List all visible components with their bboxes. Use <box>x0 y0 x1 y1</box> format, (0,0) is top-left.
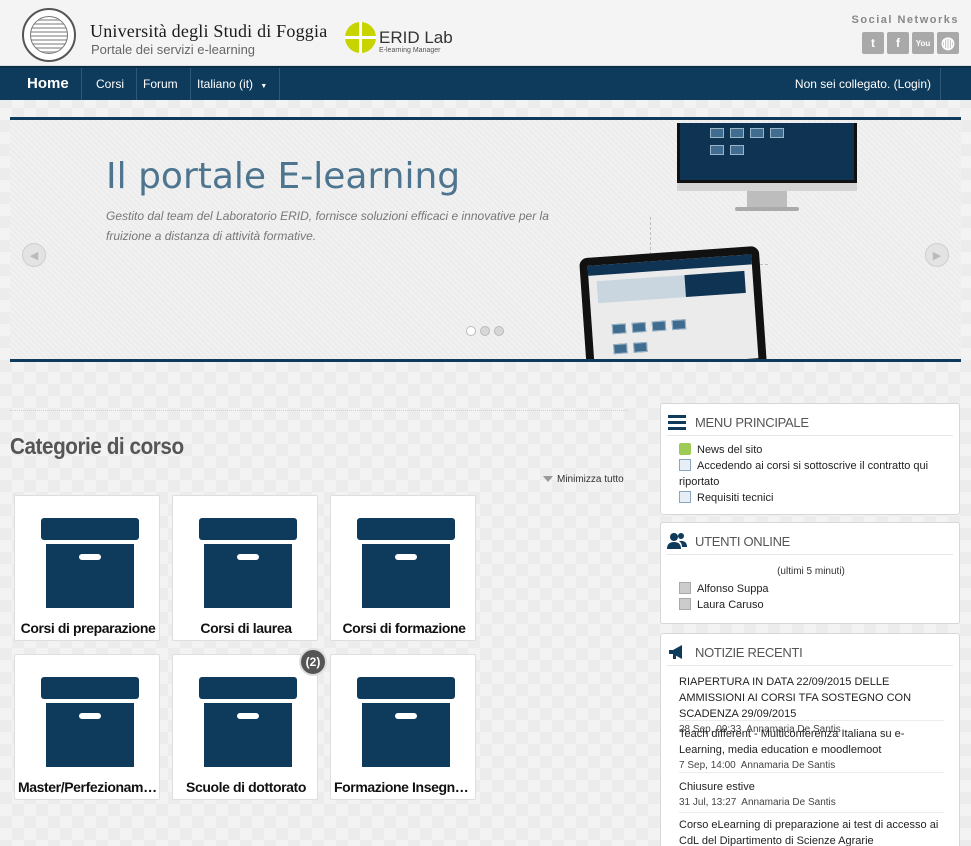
menu-item-label: News del sito <box>697 444 763 456</box>
avatar <box>679 582 691 594</box>
archive-box-icon <box>41 518 139 610</box>
category-label[interactable]: Corsi di preparazione <box>15 618 161 640</box>
news-author: Annamaria De Santis <box>741 797 836 808</box>
online-user[interactable]: Laura Caruso <box>679 598 764 611</box>
login-link[interactable]: Non sei collegato. (Login) <box>795 68 941 100</box>
categories-heading: Categorie di corso <box>10 433 184 459</box>
slide-description: Gestito dal team del Laboratorio ERID, f… <box>106 209 549 243</box>
menu-item-requirements[interactable]: Requisiti tecnici <box>679 490 941 506</box>
category-card[interactable]: Formazione Insegnanti <box>330 654 477 800</box>
news-date: 31 Jul, 13:27 <box>679 797 737 808</box>
university-seal-logo[interactable] <box>22 8 76 62</box>
category-label[interactable]: Master/Perfezionamen... <box>15 777 161 799</box>
news-icon <box>679 443 691 455</box>
news-title[interactable]: Teach different - Multiconferenza Italia… <box>679 726 944 758</box>
hamburger-icon <box>668 415 686 430</box>
online-period-note: (ultimi 5 minuti) <box>777 566 845 577</box>
avatar <box>679 598 691 610</box>
language-label: Italiano (it) <box>197 77 254 91</box>
category-label[interactable]: Corsi di formazione <box>331 618 477 640</box>
slider-next-icon[interactable]: ▶ <box>925 243 949 267</box>
category-card[interactable]: Corsi di laurea <box>172 495 318 641</box>
category-label[interactable]: Corsi di laurea <box>173 618 319 640</box>
news-title[interactable]: Chiusure estive <box>679 779 944 795</box>
facebook-icon[interactable]: f <box>887 32 909 54</box>
users-icon <box>667 533 687 549</box>
category-label[interactable]: Formazione Insegnanti <box>331 777 477 799</box>
news-meta: 7 Sep, 14:00 Annamaria De Santis <box>679 758 944 774</box>
category-label[interactable]: Scuole di dottorato <box>173 777 319 799</box>
archive-box-icon <box>199 518 297 610</box>
menu-item-contract[interactable]: Accedendo ai corsi si sottoscrive il con… <box>679 458 941 490</box>
desktop-computer-illustration <box>677 123 857 218</box>
subcategory-count-badge: (2) <box>299 648 327 676</box>
slide-title: Il portale E-learning <box>106 156 461 197</box>
block-title: Notizie recenti <box>695 645 803 660</box>
news-title[interactable]: RIAPERTURA IN DATA 22/09/2015 DELLE AMMI… <box>679 674 944 722</box>
news-item[interactable]: RIAPERTURA IN DATA 22/09/2015 DELLE AMMI… <box>679 674 944 735</box>
block-title: Menu principale <box>695 415 809 430</box>
university-name[interactable]: Università degli Studi di Foggia <box>90 21 327 42</box>
triangle-down-icon <box>543 476 553 483</box>
archive-box-icon <box>357 518 455 610</box>
erid-subtitle: E-learning Manager <box>379 47 441 54</box>
online-users-block: Utenti online (ultimi 5 minuti) Alfonso … <box>660 522 960 624</box>
archive-box-icon <box>357 677 455 769</box>
user-name: Alfonso Suppa <box>697 583 769 595</box>
page-icon <box>679 459 691 471</box>
archive-box-icon <box>41 677 139 769</box>
news-item[interactable]: Teach different - Multiconferenza Italia… <box>679 726 944 773</box>
news-meta: 31 Jul, 13:27 Annamaria De Santis <box>679 795 944 811</box>
site-header: Università degli Studi di Foggia Portale… <box>0 0 971 66</box>
category-card[interactable]: Scuole di dottorato <box>172 654 318 800</box>
youtube-icon[interactable]: You <box>912 32 934 54</box>
online-user[interactable]: Alfonso Suppa <box>679 582 769 595</box>
twitter-icon[interactable]: t <box>862 32 884 54</box>
page-icon <box>679 491 691 503</box>
recent-news-block: Notizie recenti RIAPERTURA IN DATA 22/09… <box>660 633 960 846</box>
portal-subtitle: Portale dei servizi e-learning <box>91 42 256 57</box>
block-title: Utenti online <box>695 534 791 549</box>
megaphone-icon <box>669 645 682 659</box>
block-header: Notizie recenti <box>667 640 953 666</box>
news-author: Annamaria De Santis <box>740 760 836 771</box>
slider-dot[interactable] <box>480 326 490 336</box>
slider-dot[interactable] <box>466 326 476 336</box>
hero-slider: Il portale E-learning Gestito dal team d… <box>10 117 961 362</box>
language-dropdown[interactable]: Italiano (it) ▼ <box>185 68 281 100</box>
section-divider <box>10 410 628 411</box>
news-title[interactable]: Corso eLearning di preparazione ai test … <box>679 817 944 846</box>
menu-item-news[interactable]: News del sito <box>679 442 941 458</box>
social-icons: t f You ◍ <box>862 32 959 54</box>
block-header: Menu principale <box>667 410 953 436</box>
archive-box-icon <box>199 677 297 769</box>
nav-forum-link[interactable]: Forum <box>131 68 191 100</box>
erid-circle-icon <box>345 22 376 53</box>
category-card[interactable]: Corsi di formazione <box>330 495 476 641</box>
slider-prev-icon[interactable]: ◀ <box>22 243 46 267</box>
caret-down-icon: ▼ <box>260 83 268 90</box>
main-menu-block: Menu principale News del sito Accedendo … <box>660 403 960 515</box>
laptop-illustration <box>579 245 767 359</box>
collapse-all-label: Minimizza tutto <box>557 474 624 485</box>
erid-lab-logo[interactable]: ERID Lab E-learning Manager <box>345 22 465 58</box>
main-navbar: Home Corsi Forum Italiano (it) ▼ Non sei… <box>0 66 971 100</box>
nav-home-link[interactable]: Home <box>15 68 82 100</box>
block-header: Utenti online <box>667 529 953 555</box>
globe-icon[interactable]: ◍ <box>937 32 959 54</box>
menu-item-label: Requisiti tecnici <box>697 492 774 504</box>
menu-item-label: Accedendo ai corsi si sottoscrive il con… <box>679 460 929 488</box>
nav-corsi-link[interactable]: Corsi <box>84 68 138 100</box>
user-name: Laura Caruso <box>697 599 764 611</box>
slider-dot[interactable] <box>494 326 504 336</box>
social-networks-title: Social Networks <box>851 14 959 26</box>
slider-pagination <box>466 326 504 336</box>
news-item[interactable]: Chiusure estive 31 Jul, 13:27 Annamaria … <box>679 779 944 813</box>
news-item[interactable]: Corso eLearning di preparazione ai test … <box>679 817 944 846</box>
category-card[interactable]: Corsi di preparazione <box>14 495 160 641</box>
erid-title: ERID Lab <box>379 28 453 47</box>
category-card[interactable]: Master/Perfezionamen... <box>14 654 161 800</box>
news-date: 7 Sep, 14:00 <box>679 760 736 771</box>
collapse-all-link[interactable]: Minimizza tutto <box>543 474 624 485</box>
